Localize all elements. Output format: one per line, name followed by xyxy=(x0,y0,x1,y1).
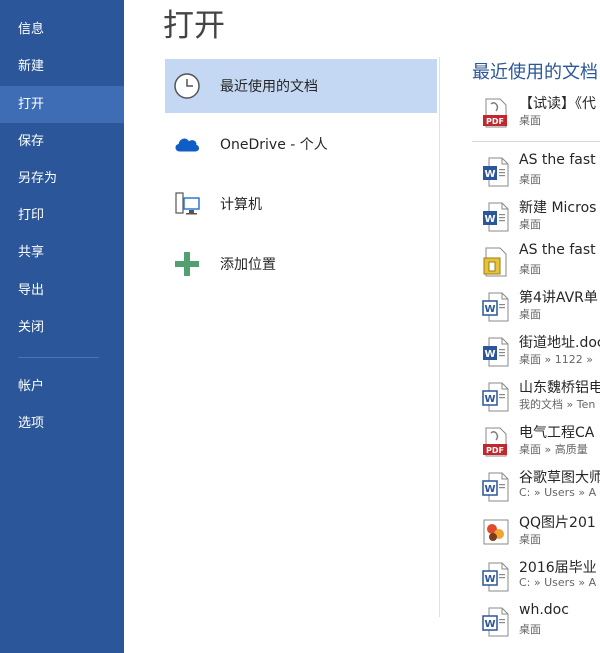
file-path: 桌面 xyxy=(519,114,541,127)
recent-file-item[interactable]: wh.doc 桌面 xyxy=(472,602,600,642)
word-doc-icon xyxy=(482,157,510,187)
file-path: 桌面 xyxy=(519,308,541,321)
word-legacy-icon xyxy=(482,382,510,412)
file-path: 桌面 xyxy=(519,623,541,636)
nav-divider xyxy=(18,357,99,358)
generic-file-icon xyxy=(482,247,510,277)
pdf-icon xyxy=(482,427,510,457)
recent-file-item[interactable]: AS the fast 桌面 xyxy=(472,242,600,282)
word-legacy-icon xyxy=(482,292,510,322)
clock-icon xyxy=(173,72,201,100)
place-recent-label: 最近使用的文档 xyxy=(220,79,318,95)
word-doc-icon xyxy=(482,337,510,367)
nav-info[interactable]: 信息 xyxy=(0,11,124,48)
page-title: 打开 xyxy=(163,8,225,44)
recent-file-item[interactable]: 电气工程CA 桌面 » 高质量 xyxy=(472,422,600,462)
file-path: 桌面 xyxy=(519,218,541,231)
recent-file-item[interactable]: 街道地址.doc 桌面 » 1122 » xyxy=(472,332,600,372)
place-onedrive-label: OneDrive - 个人 xyxy=(220,137,328,153)
cloud-icon xyxy=(173,130,201,158)
file-name: 山东魏桥铝电 xyxy=(519,380,600,396)
recent-file-item[interactable]: 谷歌草图大师 C: » Users » A xyxy=(472,467,600,507)
file-name: 电气工程CA xyxy=(519,425,595,441)
recent-file-item[interactable]: AS the fast 桌面 xyxy=(472,152,600,192)
recent-file-item[interactable]: 2016届毕业 C: » Users » A xyxy=(472,557,600,597)
file-name: QQ图片201 xyxy=(519,515,596,531)
image-icon xyxy=(482,517,510,547)
nav-save[interactable]: 保存 xyxy=(0,123,124,160)
file-name: 第4讲AVR单 xyxy=(519,290,598,306)
backstage-sidebar: 信息 新建 打开 保存 另存为 打印 共享 导出 关闭 帐户 选项 xyxy=(0,0,124,653)
file-path: 桌面 xyxy=(519,173,541,186)
file-path: 桌面 xyxy=(519,263,541,276)
file-name: 【试读】《代 xyxy=(519,96,596,112)
nav-print[interactable]: 打印 xyxy=(0,197,124,234)
word-legacy-icon xyxy=(482,607,510,637)
place-onedrive[interactable]: OneDrive - 个人 xyxy=(165,117,437,171)
place-computer-label: 计算机 xyxy=(220,197,262,213)
place-computer[interactable]: 计算机 xyxy=(165,177,437,231)
recent-documents-title: 最近使用的文档 xyxy=(472,62,598,83)
file-name: 新建 Micros xyxy=(519,200,597,216)
file-path: C: » Users » A xyxy=(519,486,597,499)
recent-file-item[interactable]: QQ图片201 桌面 xyxy=(472,512,600,552)
word-doc-icon xyxy=(482,202,510,232)
recent-file-item[interactable]: 第4讲AVR单 桌面 xyxy=(472,287,600,327)
file-path: 桌面 xyxy=(519,533,541,546)
file-name: 2016届毕业 xyxy=(519,560,597,576)
nav-export[interactable]: 导出 xyxy=(0,272,124,309)
nav-new[interactable]: 新建 xyxy=(0,48,124,85)
recent-file-item[interactable]: 新建 Micros 桌面 xyxy=(472,197,600,237)
nav-account[interactable]: 帐户 xyxy=(0,368,124,405)
pdf-icon xyxy=(482,98,510,128)
place-recent[interactable]: 最近使用的文档 xyxy=(165,59,437,113)
nav-share[interactable]: 共享 xyxy=(0,234,124,271)
word-legacy-icon xyxy=(482,472,510,502)
nav-save-as[interactable]: 另存为 xyxy=(0,160,124,197)
place-add[interactable]: 添加位置 xyxy=(165,237,437,291)
recent-file-item[interactable]: 山东魏桥铝电 我的文档 » Ten xyxy=(472,377,600,417)
plus-icon xyxy=(173,250,201,278)
file-path: 桌面 » 1122 » xyxy=(519,353,593,366)
place-add-label: 添加位置 xyxy=(220,257,276,273)
recent-divider xyxy=(472,141,600,142)
file-name: wh.doc xyxy=(519,602,569,618)
nav-open[interactable]: 打开 xyxy=(0,86,124,123)
file-path: 我的文档 » Ten xyxy=(519,398,596,411)
recent-file-item[interactable]: 【试读】《代 桌面 xyxy=(472,93,600,133)
file-name: AS the fast xyxy=(519,152,596,168)
file-path: 桌面 » 高质量 xyxy=(519,443,588,456)
file-name: AS the fast xyxy=(519,242,596,258)
nav-options[interactable]: 选项 xyxy=(0,405,124,442)
file-path: C: » Users » A xyxy=(519,576,597,589)
file-name: 谷歌草图大师 xyxy=(519,470,600,486)
places-list: 最近使用的文档 OneDrive - 个人 计算机 添加位置 xyxy=(163,57,440,617)
nav-close[interactable]: 关闭 xyxy=(0,309,124,346)
file-name: 街道地址.doc xyxy=(519,335,600,351)
word-legacy-icon xyxy=(482,562,510,592)
computer-icon xyxy=(173,190,201,218)
